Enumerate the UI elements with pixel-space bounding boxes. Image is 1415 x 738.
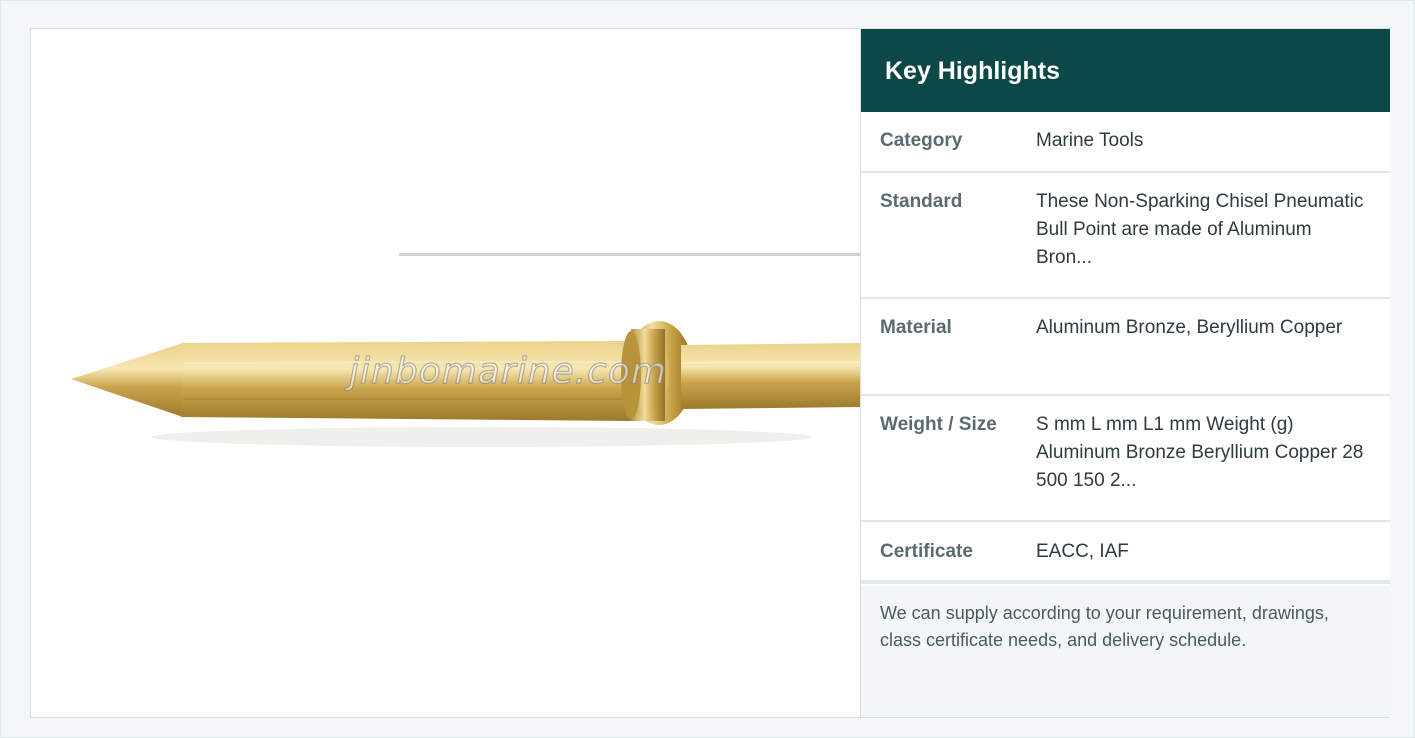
highlight-key: Category — [880, 130, 963, 151]
highlight-row-category: Category Marine Tools — [861, 112, 1390, 173]
key-highlights-title: Key Highlights — [861, 29, 1390, 112]
highlight-key: Certificate — [880, 541, 973, 562]
highlight-value: Marine Tools — [1036, 130, 1144, 151]
highlight-value: EACC, IAF — [1036, 541, 1129, 562]
highlight-key: Material — [880, 317, 952, 338]
product-card: jinbomarine.com Key Highlights Category … — [30, 28, 1390, 718]
highlight-row-material: Material Aluminum Bronze, Beryllium Copp… — [861, 299, 1390, 396]
highlight-key: Standard — [880, 191, 963, 212]
highlight-row-certificate: Certificate EACC, IAF — [861, 522, 1390, 584]
supply-note: We can supply according to your requirem… — [861, 586, 1390, 717]
highlight-value: Aluminum Bronze, Beryllium Copper — [1036, 317, 1343, 338]
highlight-row-weight-size: Weight / Size S mm L mm L1 mm Weight (g)… — [861, 396, 1390, 522]
highlight-value: These Non-Sparking Chisel Pneumatic Bull… — [1036, 191, 1364, 268]
page-frame: jinbomarine.com Key Highlights Category … — [0, 0, 1415, 738]
key-highlights-panel: Key Highlights Category Marine Tools Sta… — [860, 29, 1390, 717]
product-image[interactable]: jinbomarine.com — [31, 29, 860, 717]
highlight-value: S mm L mm L1 mm Weight (g) Aluminum Bron… — [1036, 414, 1364, 491]
watermark-text: jinbomarine.com — [348, 350, 667, 392]
highlight-row-standard: Standard These Non-Sparking Chisel Pneum… — [861, 173, 1390, 299]
highlight-key: Weight / Size — [880, 414, 997, 435]
